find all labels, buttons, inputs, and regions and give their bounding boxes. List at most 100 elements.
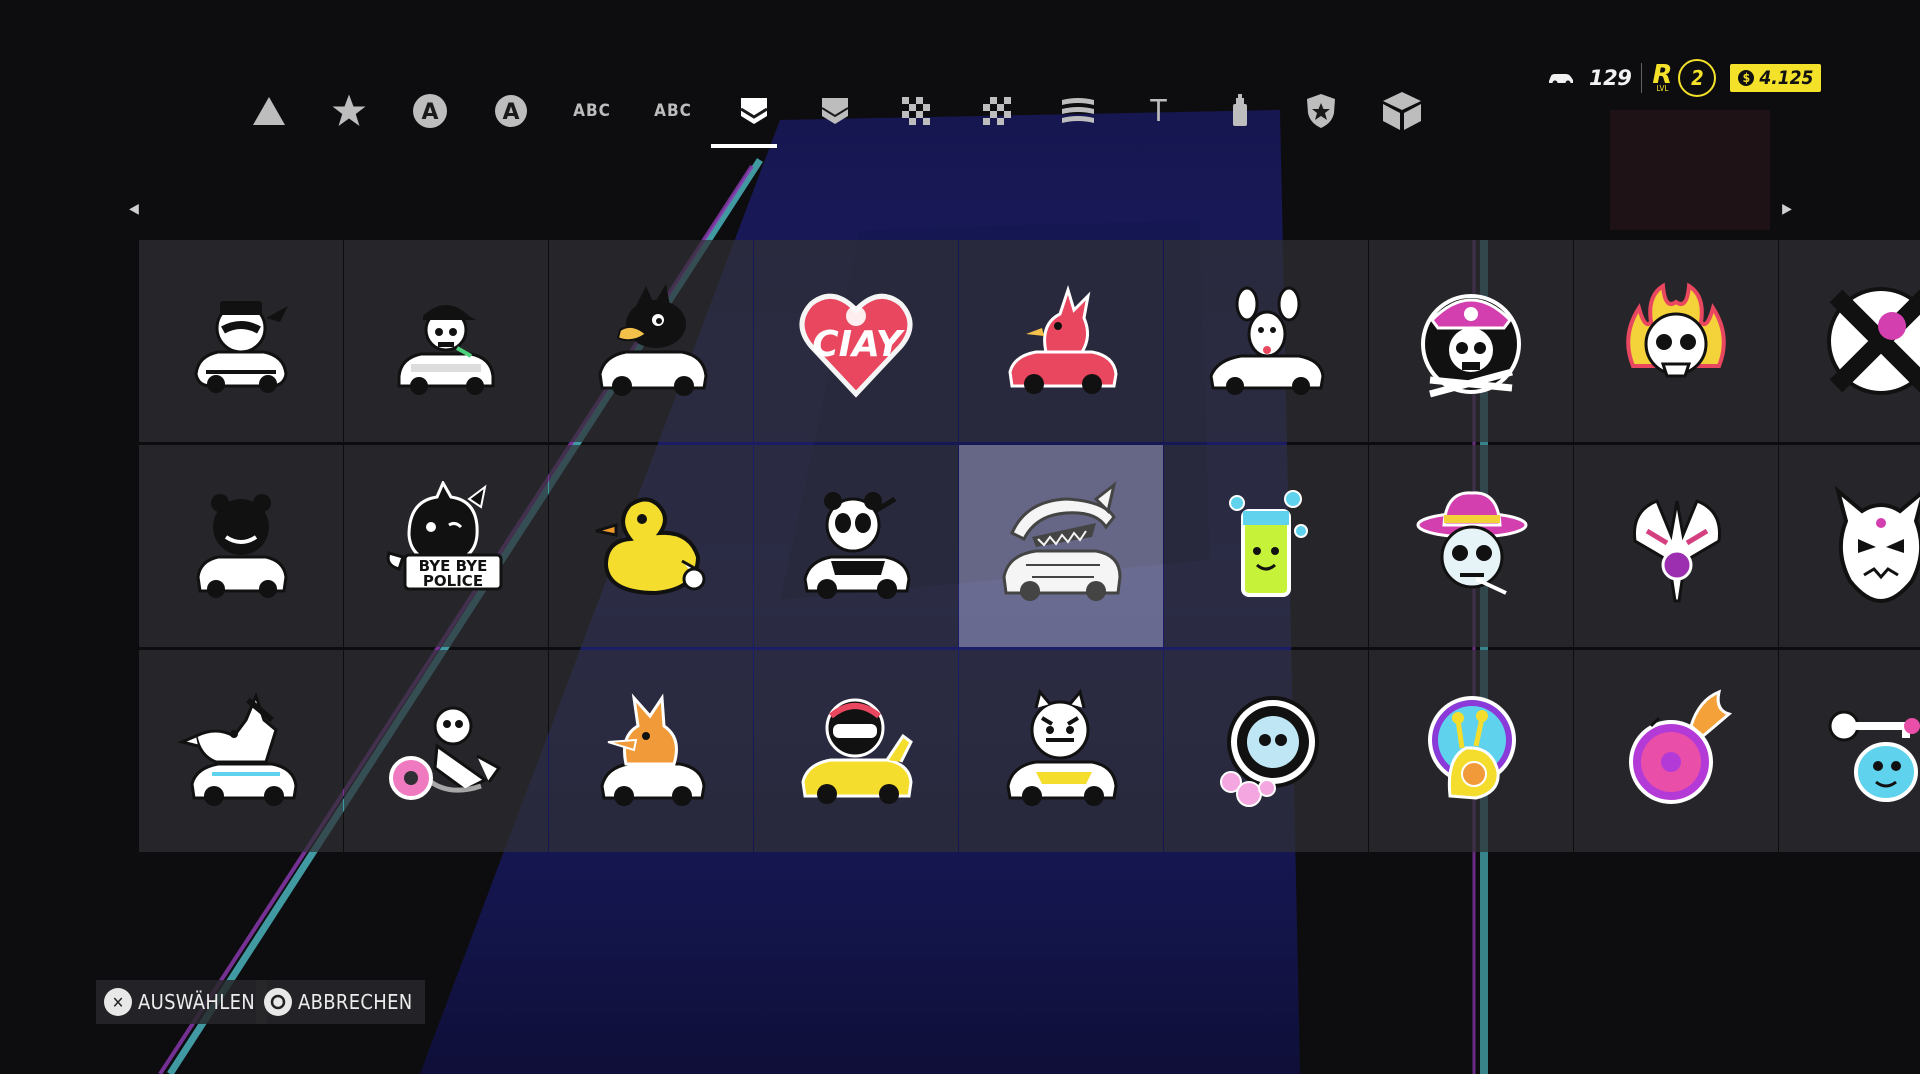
sticker-skeleton-donut[interactable] [344, 650, 548, 852]
rubber-duck-sticker-icon [595, 497, 706, 596]
spray-can-icon [1233, 94, 1247, 126]
sticker-outline-icon [821, 98, 849, 124]
mouse-car-sticker-icon [1209, 286, 1325, 395]
scroll-right-arrow-icon[interactable]: ▶ [1777, 198, 1797, 220]
sticker-flaming-skull[interactable] [1574, 240, 1778, 442]
cash-amount: 4.125 [1759, 67, 1814, 89]
sticker-grid: CIAY BYE BYE POLICE [139, 240, 1920, 854]
sticker-pimp-skull[interactable] [1369, 445, 1573, 647]
sticker-skull-cap-car[interactable] [344, 240, 548, 442]
fox-car-sticker-icon [600, 693, 706, 806]
active-tab-indicator [711, 144, 777, 148]
tab-letters-outline[interactable]: A [478, 88, 544, 134]
raccoon-car-sticker-icon [194, 301, 288, 393]
scroll-left-arrow-icon[interactable]: ◀ [124, 198, 144, 220]
tab-stickers-2[interactable] [802, 88, 868, 134]
sticker-ciay-heart[interactable]: CIAY [754, 240, 958, 442]
police-text: POLICE [423, 572, 483, 590]
car-count: 129 [1589, 66, 1632, 90]
skull-circle-sticker-icon [1220, 696, 1319, 807]
donut-flame-sticker-icon [1629, 689, 1733, 804]
helmet-car-sticker-icon [801, 698, 913, 804]
select-hint-button[interactable]: ✕ AUSWÄHLEN [96, 980, 267, 1024]
skeleton-donut-sticker-icon [389, 706, 502, 800]
cancel-label: ABBRECHEN [298, 990, 413, 1014]
sticker-pirate-skull[interactable] [1369, 240, 1573, 442]
key-ghost-sticker-icon [1828, 710, 1920, 802]
stripes-icon [1062, 98, 1094, 123]
t-text-icon: T [1150, 93, 1168, 129]
ciay-text: CIAY [812, 324, 906, 365]
sticker-fox-car[interactable] [549, 650, 753, 852]
duck-car-sticker-icon [598, 284, 708, 396]
tab-stripes[interactable] [1045, 88, 1111, 134]
bubble-drink-sticker-icon [1229, 490, 1308, 597]
sticker-duck-car[interactable] [549, 240, 753, 442]
rep-lvl-label: LVL [1656, 83, 1669, 93]
pirate-skull-sticker-icon [1421, 294, 1521, 398]
tiger-car-sticker-icon [1006, 688, 1118, 806]
car-icon [1545, 69, 1577, 87]
circle-button-icon [264, 988, 292, 1016]
sticker-icon [740, 98, 768, 124]
sticker-rubber-duck[interactable] [549, 445, 753, 647]
sticker-key-ghost[interactable] [1779, 650, 1920, 852]
sticker-eagle[interactable] [1574, 445, 1778, 647]
sticker-donut-flame[interactable] [1574, 650, 1778, 852]
tab-boxes[interactable] [1369, 88, 1435, 134]
tab-spray[interactable] [1207, 88, 1273, 134]
sticker-raccoon-car[interactable] [139, 240, 343, 442]
checker-outline-icon [983, 97, 1011, 125]
tab-text-2[interactable]: ABC [640, 88, 706, 134]
abc-text-icon: ABC [654, 101, 692, 121]
demon-mask-sticker-icon [1834, 485, 1920, 604]
tab-stickers[interactable] [721, 88, 787, 134]
select-label: AUSWÄHLEN [138, 990, 255, 1014]
svg-text:A: A [502, 100, 519, 125]
sticker-wolf-car[interactable] [139, 650, 343, 852]
cancel-hint-button[interactable]: ABBRECHEN [256, 980, 425, 1024]
shark-car-sticker-icon [1002, 481, 1122, 601]
police-badge-icon [1307, 94, 1335, 128]
skull-cap-car-sticker-icon [397, 305, 495, 395]
panda-car-sticker-icon [803, 492, 911, 599]
circle-a-outline-icon: A [495, 95, 527, 127]
rep-icon: R [1652, 59, 1673, 90]
sticker-bye-bye-police[interactable]: BYE BYE POLICE [344, 445, 548, 647]
checker-icon [902, 97, 930, 125]
sticker-mouse-car[interactable] [1164, 240, 1368, 442]
abc-text-icon: ABC [573, 101, 611, 121]
ciay-heart-sticker-icon: CIAY [799, 293, 913, 398]
cross-button-icon: ✕ [104, 988, 132, 1016]
svg-text:A: A [421, 100, 438, 125]
sticker-snail[interactable] [1369, 650, 1573, 852]
rep-level-value: 2 [1678, 59, 1717, 97]
box-icon [1383, 92, 1421, 130]
rep-level: R LVL 2 [1652, 59, 1717, 97]
tab-checker-2[interactable] [964, 88, 1030, 134]
snail-sticker-icon [1428, 696, 1516, 800]
x-graffiti-sticker-icon [1827, 287, 1920, 395]
red-bird-car-sticker-icon [1008, 285, 1118, 394]
sticker-helmet-car[interactable] [754, 650, 958, 852]
tab-text-1[interactable]: ABC [559, 88, 625, 134]
cash-badge: $ 4.125 [1730, 64, 1822, 92]
sticker-panda-car[interactable] [754, 445, 958, 647]
tab-stars[interactable] [316, 88, 382, 134]
sticker-bubble-drink[interactable] [1164, 445, 1368, 647]
tab-checker-1[interactable] [883, 88, 949, 134]
sticker-x-graffiti[interactable] [1779, 240, 1920, 442]
sticker-skull-circle[interactable] [1164, 650, 1368, 852]
tab-shapes[interactable] [236, 88, 302, 134]
sticker-tiger-car[interactable] [959, 650, 1163, 852]
sticker-red-bird-car[interactable] [959, 240, 1163, 442]
bear-car-sticker-icon [196, 494, 288, 598]
tab-badges[interactable] [1288, 88, 1354, 134]
tab-letters-bold[interactable]: A [397, 88, 463, 134]
cash-icon: $ [1738, 70, 1755, 86]
sticker-demon-mask[interactable] [1779, 445, 1920, 647]
tab-text-t[interactable]: T [1126, 88, 1192, 134]
sticker-shark-car-selected[interactable] [959, 445, 1163, 647]
sticker-bear-car[interactable] [139, 445, 343, 647]
eagle-sticker-icon [1632, 499, 1722, 603]
